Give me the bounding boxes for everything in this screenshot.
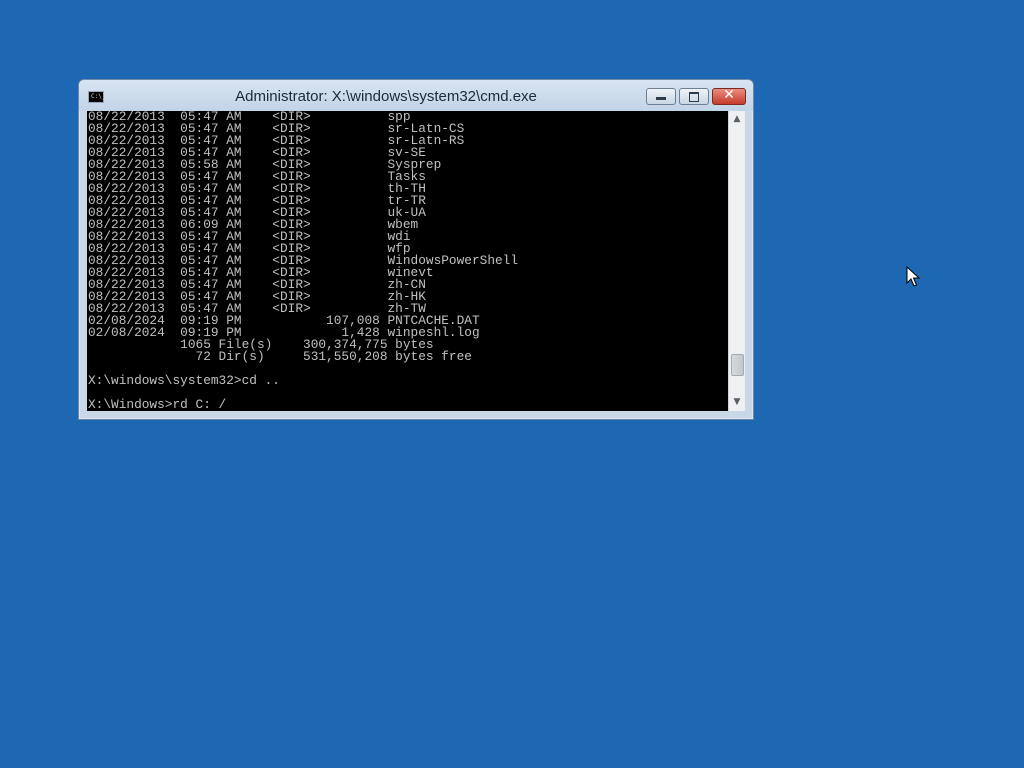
console-line: X:\windows\system32>cd ..	[88, 373, 280, 388]
console-output[interactable]: 08/22/2013 05:47 AM <DIR> spp 08/22/2013 …	[87, 111, 728, 411]
scroll-down-arrow-icon[interactable]: ▼	[729, 394, 745, 411]
close-icon: ✕	[723, 87, 735, 103]
title-bar[interactable]: C:\_ Administrator: X:\windows\system32\…	[79, 80, 753, 111]
minimize-button[interactable]	[646, 88, 676, 105]
console-line: 72 Dir(s) 531,550,208 bytes free	[88, 349, 472, 364]
console-lines: 08/22/2013 05:47 AM <DIR> spp 08/22/2013 …	[87, 111, 728, 411]
maximize-button[interactable]	[679, 88, 709, 105]
cmd-window[interactable]: C:\_ Administrator: X:\windows\system32\…	[78, 79, 754, 420]
vertical-scrollbar[interactable]: ▲ ▼	[728, 111, 745, 411]
console-line: X:\Windows>rd C: /	[88, 397, 227, 411]
arrow-cursor-icon	[906, 266, 920, 287]
desktop: C:\_ Administrator: X:\windows\system32\…	[0, 0, 1024, 768]
close-button[interactable]: ✕	[712, 87, 746, 105]
maximize-icon	[689, 92, 699, 102]
scroll-up-arrow-icon[interactable]: ▲	[729, 111, 745, 128]
minimize-icon	[656, 97, 666, 100]
scroll-thumb[interactable]	[731, 354, 744, 376]
